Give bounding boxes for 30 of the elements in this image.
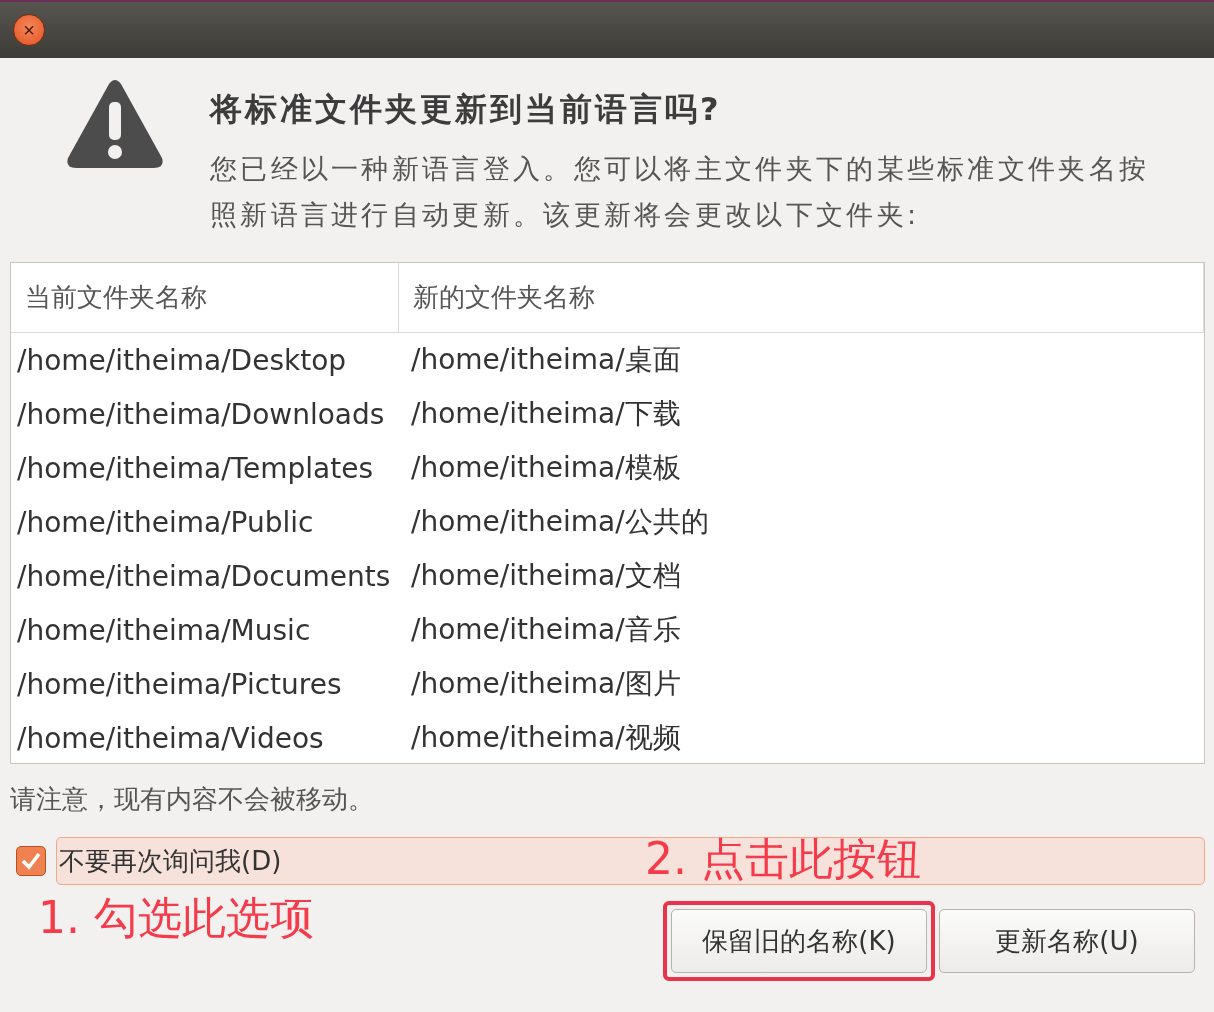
dialog-button[interactable]: 更新名称(U): [939, 909, 1195, 973]
table-cell-text: /home/itheima/Pictures: [16, 667, 343, 701]
checkbox-label[interactable]: 不要再次询问我(D): [59, 843, 282, 879]
dialog-heading: 将标准文件夹更新到当前语言吗?: [210, 89, 723, 130]
table-cell-text: /home/itheima/Public: [16, 505, 315, 539]
dialog-message: 您已经以一种新语言登入。您可以将主文件夹下的某些标准文件夹名按照新语言进行自动更新。该更新将会更改以下文件夹:: [210, 152, 1151, 232]
checkbox[interactable]: [16, 846, 46, 876]
table-cell-text: /home/itheima/下载: [410, 396, 682, 432]
dialog-button[interactable]: 保留旧的名称(K): [671, 909, 927, 973]
table-cell-text: /home/itheima/模板: [410, 450, 682, 486]
annotation-text: 2. 点击此按钮: [645, 832, 921, 886]
table-cell-text: /home/itheima/Desktop: [16, 343, 348, 377]
table-cell-text: /home/itheima/音乐: [410, 612, 682, 648]
table-cell-text: /home/itheima/Music: [16, 613, 312, 647]
column-header[interactable]: 新的文件夹名称: [399, 263, 1204, 332]
table-cell-text: /home/itheima/文档: [410, 558, 682, 594]
table-cell-text: /home/itheima/Videos: [16, 721, 325, 755]
table-cell-text: /home/itheima/图片: [410, 666, 682, 702]
table-cell-text: /home/itheima/桌面: [410, 342, 682, 378]
close-button[interactable]: ×: [13, 14, 45, 46]
table-cell-text: /home/itheima/公共的: [410, 504, 710, 540]
table-cell-text: /home/itheima/视频: [410, 720, 682, 756]
table-cell-text: /home/itheima/Downloads: [16, 397, 386, 431]
check-icon: [21, 852, 41, 870]
table-cell-text: /home/itheima/Documents: [16, 559, 392, 593]
table-cell-text: /home/itheima/Templates: [16, 451, 374, 485]
warning-icon: [66, 78, 164, 170]
note-text: 请注意，现有内容不会被移动。: [10, 783, 374, 816]
annotation-text: 1. 勾选此选项: [38, 891, 314, 945]
column-header[interactable]: 当前文件夹名称: [11, 263, 399, 332]
